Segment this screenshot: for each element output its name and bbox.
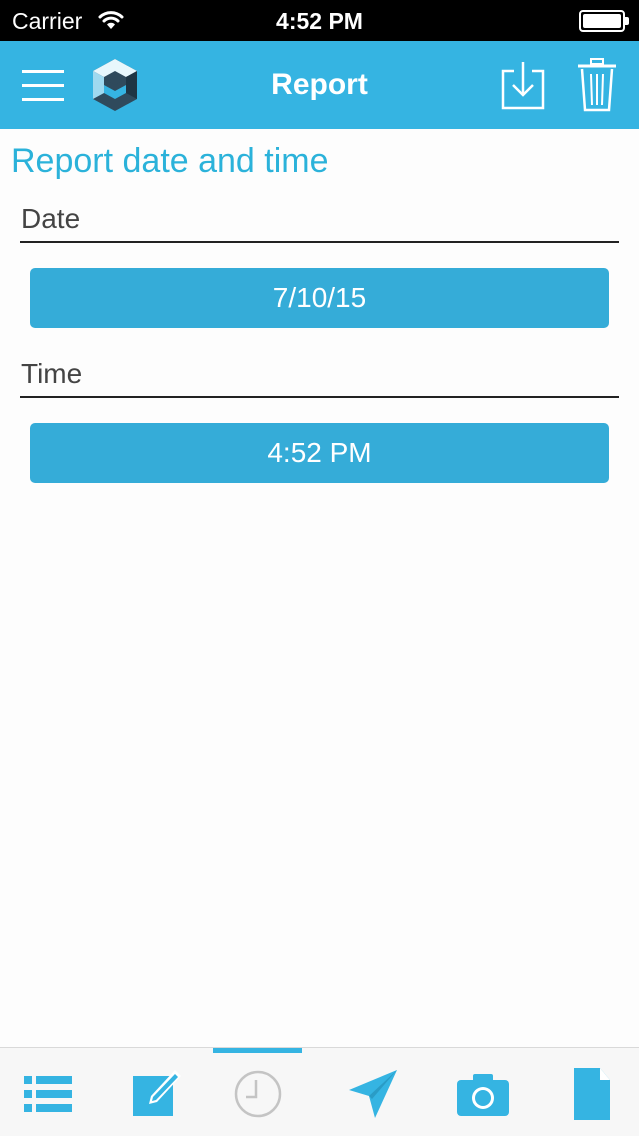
date-divider xyxy=(20,241,619,243)
status-bar: Carrier 4:52 PM xyxy=(0,0,639,41)
tab-send[interactable] xyxy=(343,1066,403,1122)
list-icon xyxy=(24,1076,72,1112)
clock-icon xyxy=(234,1070,282,1118)
trash-icon[interactable] xyxy=(576,57,618,113)
send-icon xyxy=(349,1070,397,1118)
time-picker-button[interactable]: 4:52 PM xyxy=(30,423,609,483)
tab-bar xyxy=(0,1047,639,1136)
tab-clock[interactable] xyxy=(228,1066,288,1122)
date-label: Date xyxy=(21,203,81,234)
nav-bar: Report xyxy=(0,41,639,129)
tab-edit[interactable] xyxy=(127,1066,187,1122)
date-picker-button[interactable]: 7/10/15 xyxy=(30,268,609,328)
edit-icon xyxy=(133,1070,181,1116)
camera-icon xyxy=(457,1074,509,1116)
tab-list[interactable] xyxy=(18,1066,78,1122)
active-tab-indicator xyxy=(213,1048,302,1053)
download-icon[interactable] xyxy=(500,59,546,111)
section-title: Report date and time xyxy=(11,142,329,180)
time-divider xyxy=(20,396,619,398)
tab-document[interactable] xyxy=(562,1066,622,1122)
document-icon xyxy=(574,1068,610,1120)
time-label: Time xyxy=(21,358,83,389)
tab-camera[interactable] xyxy=(453,1066,513,1122)
status-time: 4:52 PM xyxy=(276,8,363,34)
battery-icon xyxy=(579,10,629,32)
